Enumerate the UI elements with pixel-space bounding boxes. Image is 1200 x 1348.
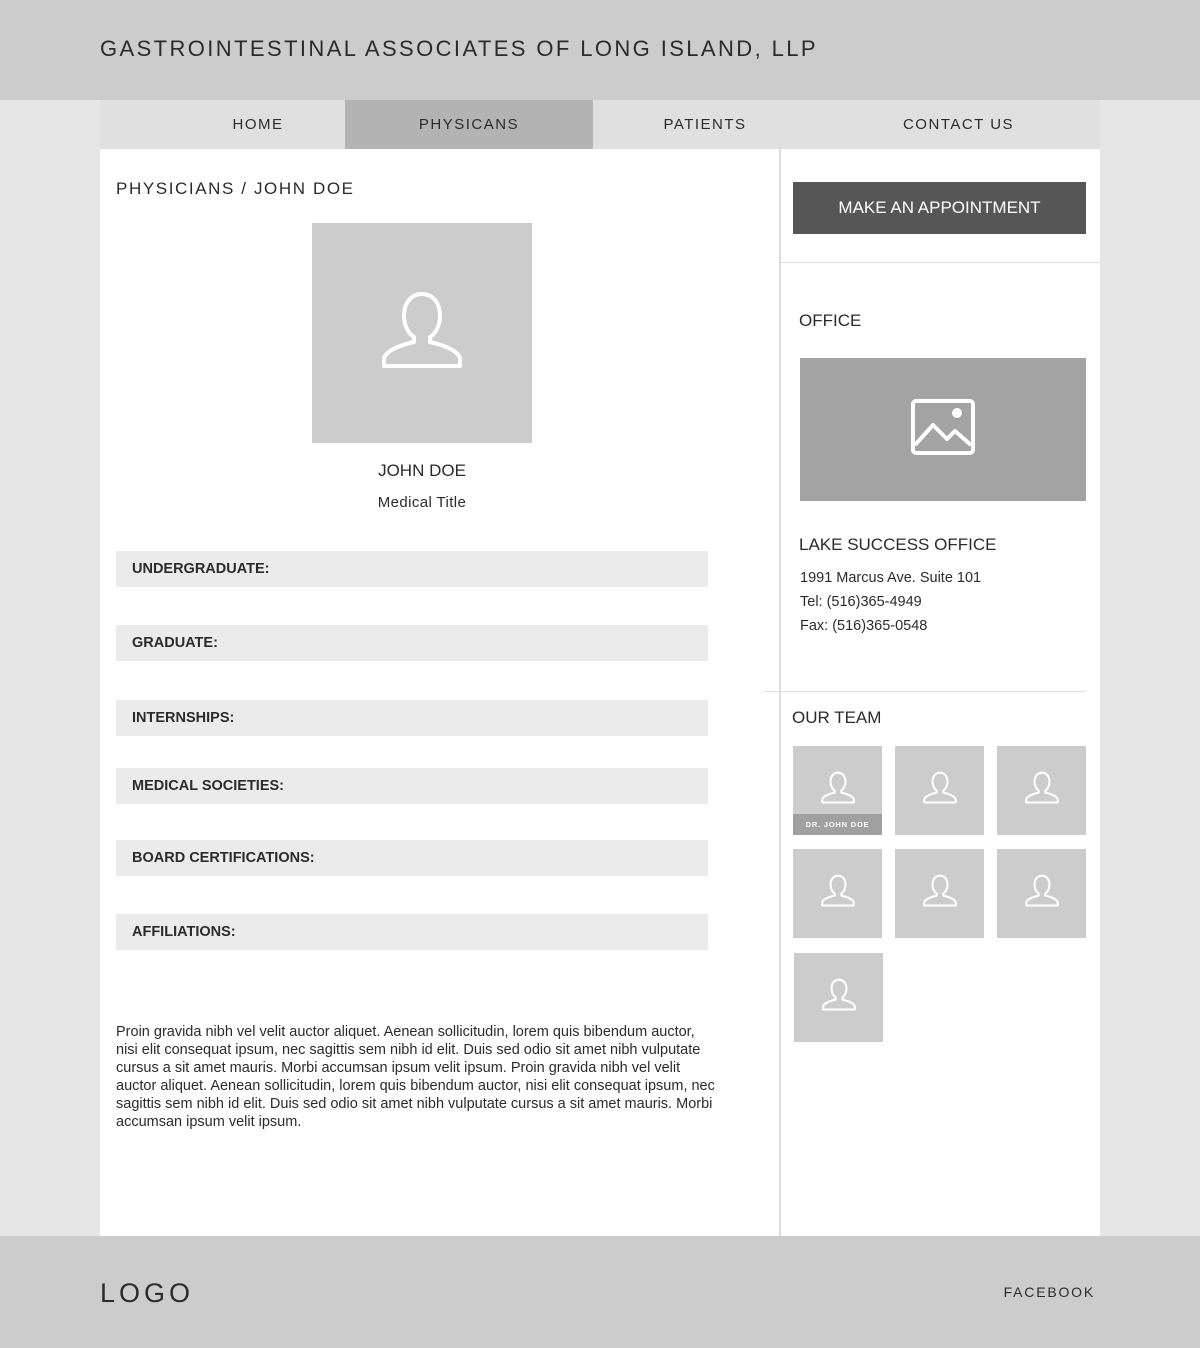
breadcrumb: PHYSICIANS / JOHN DOE: [116, 179, 355, 198]
nav-item-physicians[interactable]: PHYSICANS: [345, 100, 593, 149]
physician-bio: Proin gravida nibh vel velit auctor aliq…: [116, 1024, 715, 1130]
user-avatar-icon: [922, 874, 957, 913]
column-divider: [779, 149, 781, 1236]
section-affiliations: AFFILIATIONS:: [116, 914, 708, 950]
office-fax: Fax: (516)365-0548: [800, 618, 928, 634]
office-tel: Tel: (516)365-4949: [800, 594, 922, 610]
site-footer: LOGO FACEBOOK: [0, 1236, 1200, 1348]
physician-photo: [312, 223, 532, 443]
user-avatar-icon: [820, 874, 855, 913]
user-avatar-icon: [1024, 771, 1059, 810]
image-placeholder-icon: [911, 399, 975, 460]
section-medical-societies: MEDICAL SOCIETIES:: [116, 768, 708, 804]
nav-item-patients[interactable]: PATIENTS: [593, 100, 817, 149]
team-heading: OUR TEAM: [792, 708, 882, 727]
page-content: PHYSICIANS / JOHN DOE JOHN DOE Medical T…: [100, 149, 1100, 1236]
sidebar-divider: [781, 262, 1100, 263]
user-avatar-icon: [1024, 874, 1059, 913]
section-board-certifications: BOARD CERTIFICATIONS:: [116, 840, 708, 876]
office-image: [800, 358, 1086, 501]
nav-item-contact-us[interactable]: CONTACT US: [817, 100, 1100, 149]
team-member-tile[interactable]: DR. JOHN DOE: [793, 746, 882, 835]
footer-logo: LOGO: [100, 1278, 195, 1308]
user-avatar-icon: [820, 771, 855, 810]
team-member-tile[interactable]: [895, 849, 984, 938]
team-member-tile[interactable]: [895, 746, 984, 835]
user-avatar-icon: [821, 978, 856, 1017]
physician-title: Medical Title: [377, 494, 467, 511]
section-graduate: GRADUATE:: [116, 625, 708, 661]
office-name: LAKE SUCCESS OFFICE: [799, 535, 997, 554]
nav-item-home[interactable]: HOME: [100, 100, 345, 149]
user-avatar-icon: [922, 771, 957, 810]
user-avatar-icon: [381, 290, 463, 377]
site-title: GASTROINTESTINAL ASSOCIATES OF LONG ISLA…: [100, 36, 818, 61]
team-member-caption: DR. JOHN DOE: [793, 814, 882, 835]
team-member-tile[interactable]: [794, 953, 883, 1042]
office-heading: OFFICE: [799, 311, 862, 330]
main-nav: HOME PHYSICANS PATIENTS CONTACT US: [100, 100, 1100, 149]
site-header: GASTROINTESTINAL ASSOCIATES OF LONG ISLA…: [0, 0, 1200, 100]
team-member-tile[interactable]: [793, 849, 882, 938]
team-divider: [765, 691, 1086, 692]
team-member-tile[interactable]: [997, 849, 1086, 938]
physician-name: JOHN DOE: [378, 461, 466, 480]
section-undergraduate: UNDERGRADUATE:: [116, 551, 708, 587]
facebook-link[interactable]: FACEBOOK: [1004, 1284, 1095, 1300]
team-member-tile[interactable]: [997, 746, 1086, 835]
make-appointment-button[interactable]: MAKE AN APPOINTMENT: [793, 182, 1086, 234]
office-address: 1991 Marcus Ave. Suite 101: [800, 570, 982, 586]
section-internships: INTERNSHIPS:: [116, 700, 708, 736]
